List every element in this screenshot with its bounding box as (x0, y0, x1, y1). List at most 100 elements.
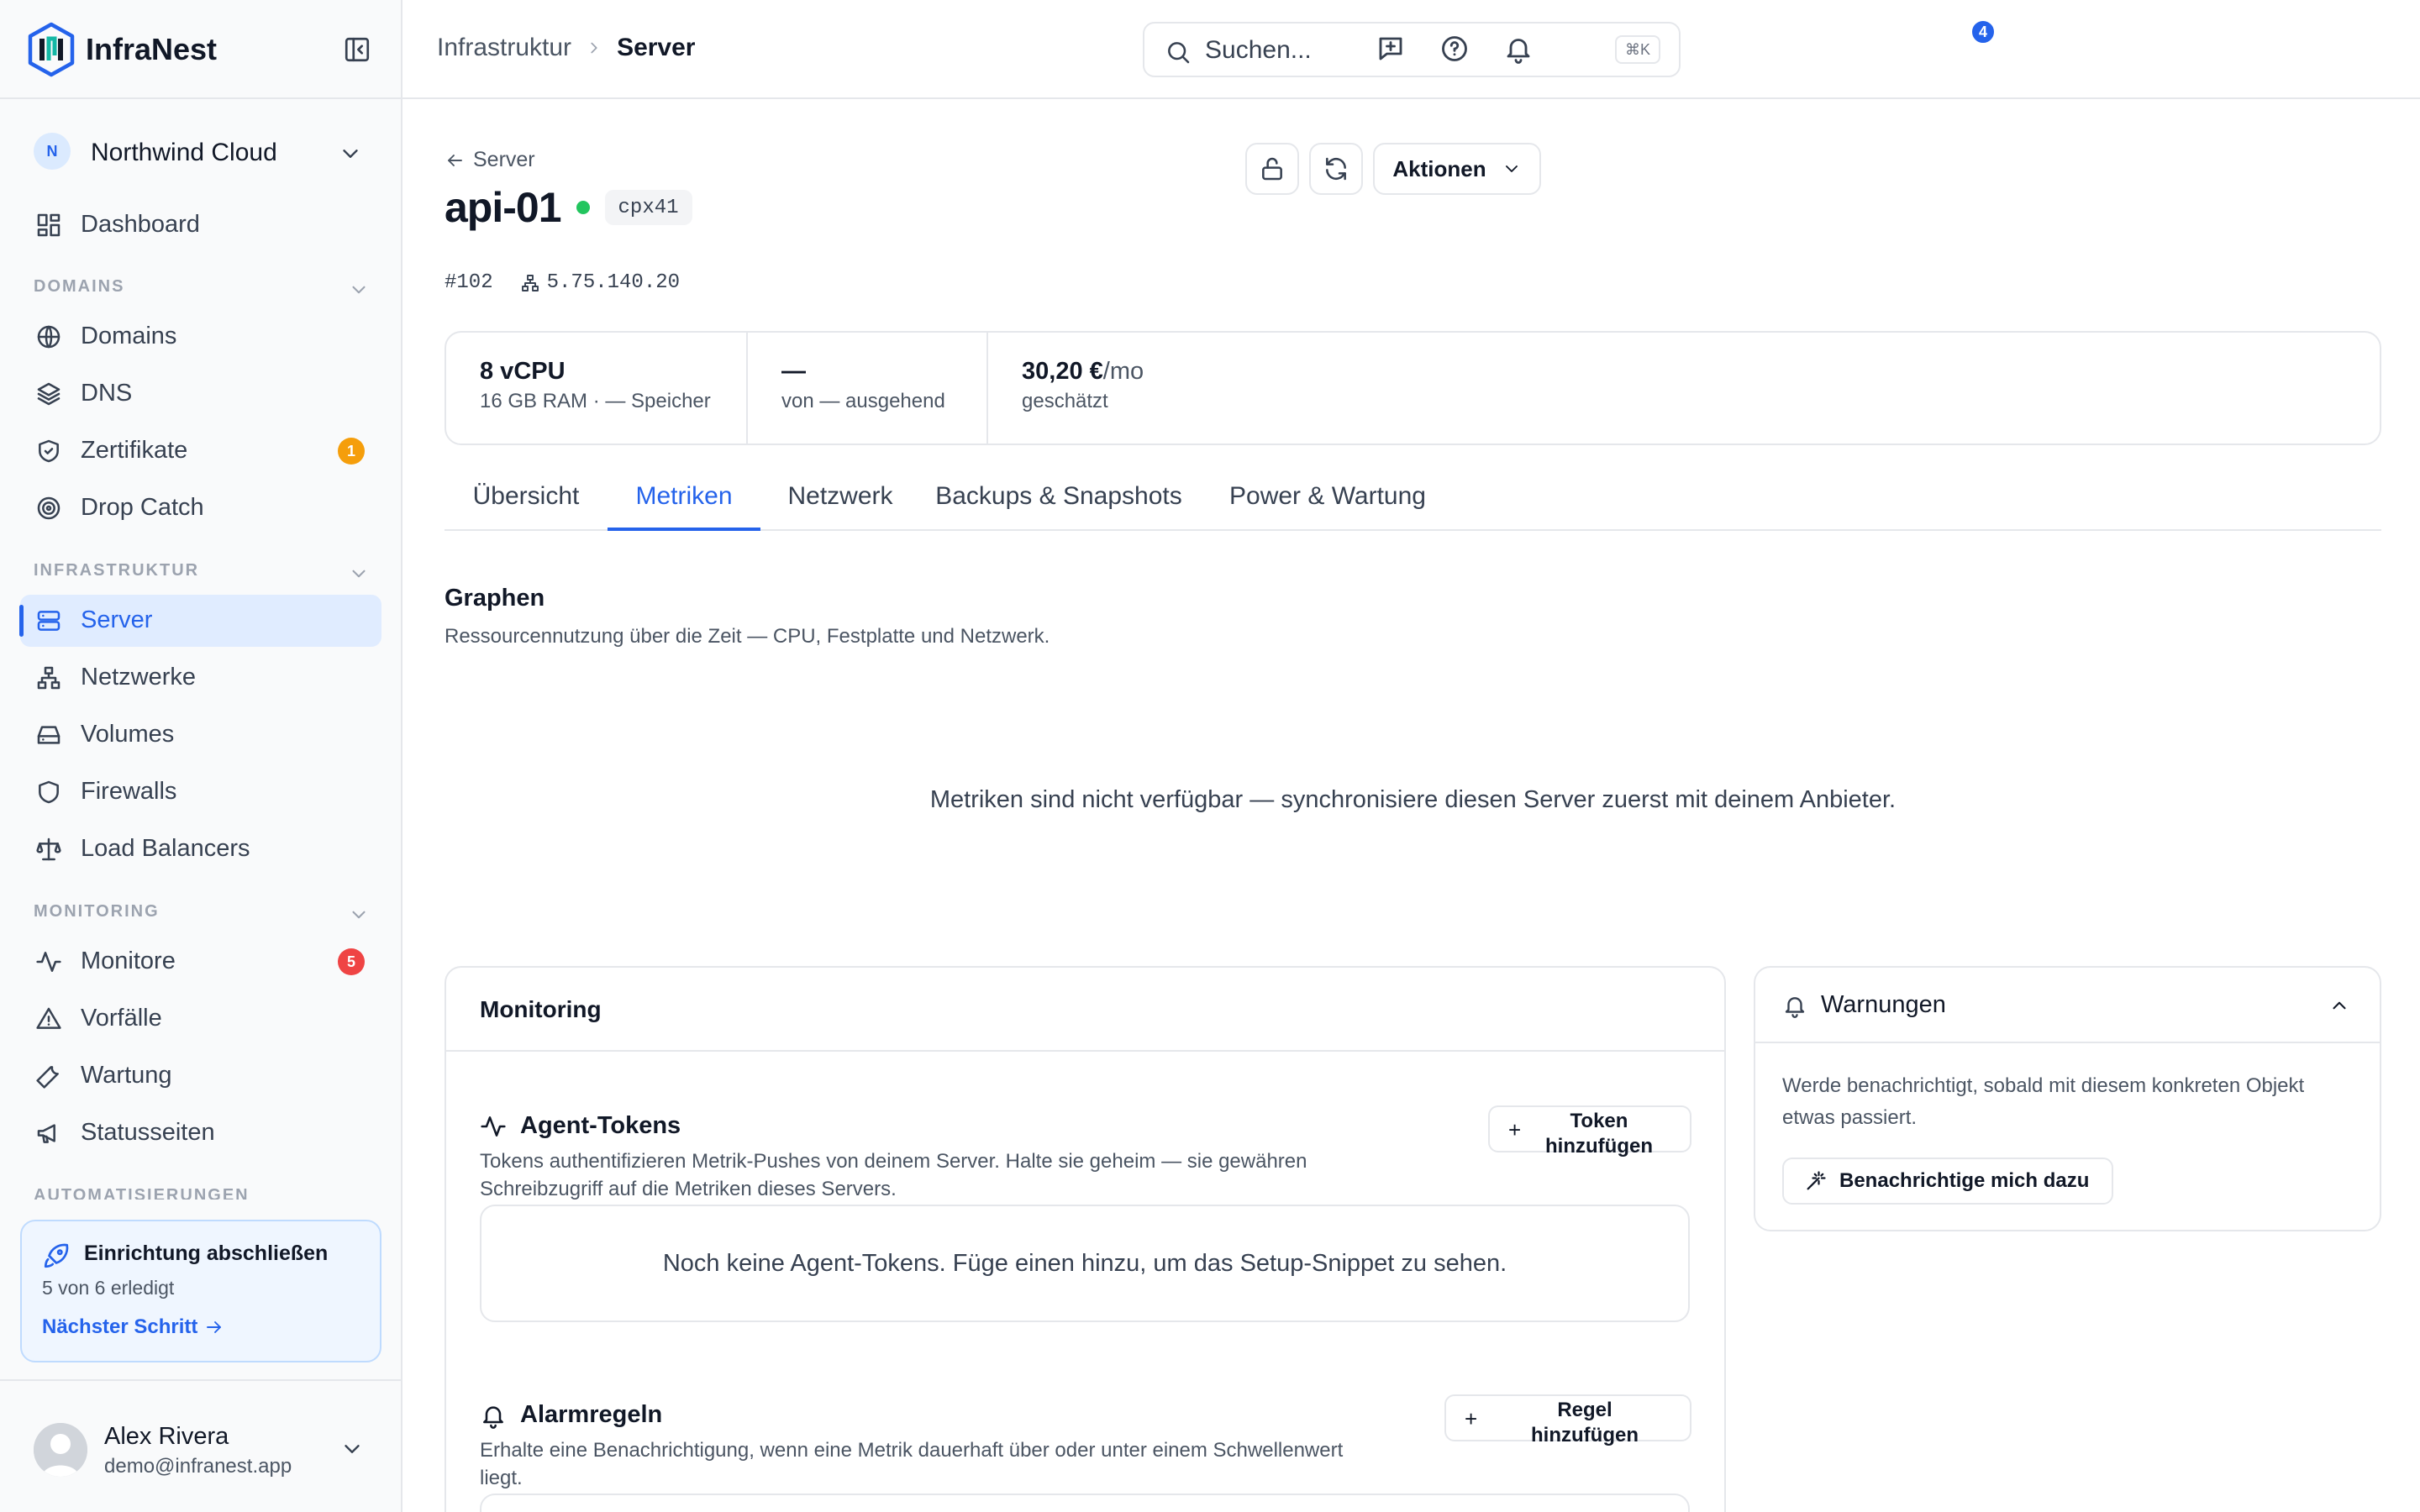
org-avatar: N (34, 133, 71, 170)
infranest-logo-icon[interactable] (27, 22, 76, 77)
user-menu[interactable]: Alex Rivera demo@infranest.app (0, 1379, 401, 1512)
sidebar-collapse-icon[interactable] (343, 35, 371, 64)
graphs-empty-state: Metriken sind nicht verfügbar — synchron… (929, 786, 1897, 813)
org-switcher[interactable]: N Northwind Cloud (34, 133, 370, 170)
warnings-card: Warnungen Werde benachrichtigt, sobald m… (1754, 966, 2381, 1231)
brand-name: InfraNest (86, 32, 218, 66)
search-bar[interactable]: ⌘K (1143, 22, 1681, 77)
server-ip[interactable]: 5.75.140.20 (520, 271, 680, 294)
page-title-row: api-01 cpx41 (445, 183, 692, 232)
sidebar-item-dns[interactable]: DNS (20, 368, 381, 420)
server-type-badge: cpx41 (604, 190, 692, 225)
next-step-link[interactable]: Nächster Schritt (42, 1315, 224, 1339)
refresh-button[interactable] (1309, 143, 1363, 195)
sidebar-item-drop-catch[interactable]: Drop Catch (20, 482, 381, 534)
shield-icon (35, 779, 62, 806)
tab-metriken[interactable]: Metriken (608, 460, 760, 531)
sidebar-item-firewalls[interactable]: Firewalls (20, 766, 381, 818)
avatar (34, 1423, 87, 1477)
bell-icon (1782, 993, 1807, 1018)
hard-drive-icon (35, 722, 62, 748)
help-icon[interactable] (1439, 34, 1470, 64)
add-rule-button[interactable]: + Regel hinzufügen (1444, 1394, 1691, 1446)
sidebar-item-monitore[interactable]: Monitore 5 (20, 936, 381, 988)
add-token-button[interactable]: + Token hinzufügen (1488, 1105, 1691, 1158)
sidebar-item-zertifikate[interactable]: Zertifikate 1 (20, 425, 381, 477)
setup-progress-card[interactable]: Einrichtung abschließen 5 von 6 erledigt… (20, 1220, 381, 1362)
brand-header: InfraNest (0, 0, 401, 99)
stat-label: 16 GB RAM · — Speicher (480, 390, 711, 412)
activity-icon (480, 1113, 507, 1140)
sidebar-item-label: Netzwerke (81, 664, 196, 690)
sidebar-item-label: Monitore (81, 948, 176, 974)
alarm-rules-list (480, 1494, 1690, 1512)
tab-netzwerk[interactable]: Netzwerk (760, 460, 920, 531)
section-automatisierungen[interactable]: AUTOMATISIERUNGEN (34, 1186, 370, 1200)
sidebar-item-vorfaelle[interactable]: Vorfälle (20, 993, 381, 1045)
chevron-down-icon (338, 141, 363, 166)
chevron-down-icon (348, 904, 370, 926)
sidebar-item-domains[interactable]: Domains (20, 311, 381, 363)
sidebar-item-server[interactable]: Server (19, 595, 381, 647)
user-email: demo@infranest.app (104, 1455, 292, 1478)
count-badge: 1 (338, 438, 365, 465)
agent-tokens-heading: Agent-Tokens (480, 1112, 681, 1140)
sidebar-item-dashboard[interactable]: Dashboard (20, 199, 381, 251)
warnings-card-header[interactable]: Warnungen (1755, 968, 2380, 1043)
section-label: DOMAINS (34, 277, 125, 296)
network-icon (35, 664, 62, 691)
target-icon (35, 495, 62, 522)
actions-label: Aktionen (1392, 155, 1486, 181)
sidebar-item-label: Domains (81, 323, 177, 349)
arrow-left-icon (445, 150, 465, 171)
sidebar-item-label: Statusseiten (81, 1119, 215, 1146)
sidebar-item-statusseiten[interactable]: Statusseiten (20, 1107, 381, 1159)
tab-backups-snapshots[interactable]: Backups & Snapshots (920, 460, 1197, 531)
topbar: Infrastruktur Server ⌘K (402, 0, 2420, 99)
breadcrumb: Infrastruktur Server (437, 34, 695, 62)
graphs-subtitle: Ressourcennutzung über die Zeit — CPU, F… (445, 625, 1050, 648)
sidebar-item-wartung[interactable]: Wartung (20, 1050, 381, 1102)
sidebar-item-label: Load Balancers (81, 835, 250, 862)
chevron-down-icon (348, 563, 370, 585)
bell-icon[interactable] (1503, 34, 1534, 64)
breadcrumb-item[interactable]: Infrastruktur (437, 34, 571, 62)
chevron-up-icon[interactable] (2328, 995, 2350, 1016)
tab-power-wartung[interactable]: Power & Wartung (1197, 460, 1458, 531)
back-link[interactable]: Server (445, 148, 535, 172)
stat-cost: 30,20 €/mo geschätzt (988, 333, 2380, 444)
warnings-description: Werde benachrichtigt, sobald mit diesem … (1782, 1074, 2305, 1129)
section-monitoring[interactable]: MONITORING (34, 902, 370, 927)
sidebar-item-netzwerke[interactable]: Netzwerke (20, 652, 381, 704)
status-online-dot (576, 201, 590, 214)
feedback-icon[interactable] (1376, 34, 1406, 64)
section-label: AUTOMATISIERUNGEN (34, 1186, 250, 1200)
actions-dropdown[interactable]: Aktionen (1373, 143, 1541, 195)
chevron-down-icon (339, 1436, 365, 1462)
globe-icon (35, 323, 62, 350)
shield-check-icon (35, 438, 62, 465)
sidebar-item-label: Drop Catch (81, 494, 204, 521)
plus-icon: + (1465, 1406, 1478, 1431)
server-ip-value: 5.75.140.20 (546, 271, 681, 294)
setup-progress: 5 von 6 erledigt (42, 1277, 175, 1299)
lock-button[interactable] (1245, 143, 1299, 195)
tab-uebersicht[interactable]: Übersicht (445, 460, 608, 531)
monitoring-card: Monitoring Agent-Tokens Tokens authentif… (445, 966, 1726, 1512)
sidebar-item-volumes[interactable]: Volumes (20, 709, 381, 761)
sidebar-item-label: Zertifikate (81, 437, 188, 464)
section-label: MONITORING (34, 902, 160, 921)
notification-badge: 4 (1970, 18, 1996, 45)
notify-me-label: Benachrichtige mich dazu (1839, 1169, 2090, 1192)
sidebar-item-label: Wartung (81, 1062, 172, 1089)
warning-icon (35, 1005, 62, 1032)
sidebar-item-label: Vorfälle (81, 1005, 162, 1032)
notify-me-button[interactable]: Benachrichtige mich dazu (1782, 1158, 2113, 1205)
layers-icon (35, 381, 62, 407)
section-infrastruktur[interactable]: INFRASTRUKTUR (34, 561, 370, 586)
tab-bar: Übersicht Metriken Netzwerk Backups & Sn… (445, 460, 2381, 531)
stat-traffic: — von — ausgehend (748, 333, 988, 444)
sidebar-item-load-balancers[interactable]: Load Balancers (20, 823, 381, 875)
plus-icon: + (1508, 1117, 1522, 1142)
section-domains[interactable]: DOMAINS (34, 277, 370, 302)
